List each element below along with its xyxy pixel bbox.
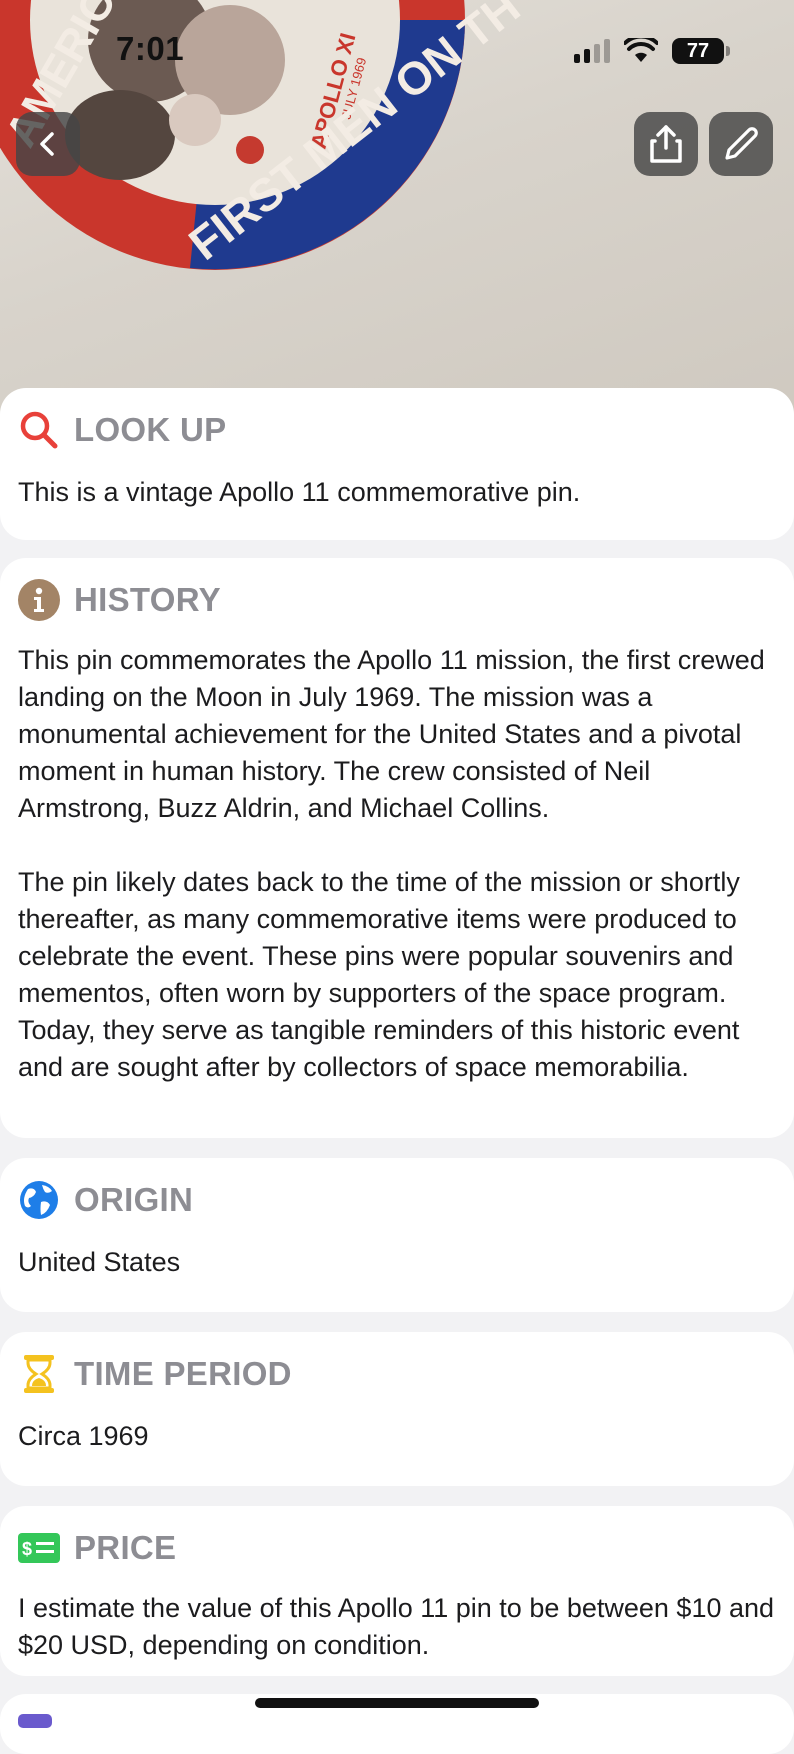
time-period-body: Circa 1969: [18, 1421, 149, 1451]
history-body: This pin commemorates the Apollo 11 miss…: [18, 642, 776, 1086]
price-title: PRICE: [74, 1529, 177, 1566]
origin-header: ORIGIN: [18, 1180, 776, 1220]
back-button[interactable]: [16, 112, 80, 176]
origin-card: ORIGIN United States: [0, 1158, 794, 1312]
price-body: I estimate the value of this Apollo 11 p…: [18, 1593, 775, 1660]
globe-icon: [18, 1179, 60, 1221]
price-header: $ PRICE: [18, 1528, 776, 1568]
history-card: HISTORY This pin commemorates the Apollo…: [0, 558, 794, 1138]
edit-button[interactable]: [709, 112, 773, 176]
cellular-signal-icon: [574, 39, 610, 63]
wifi-icon: [624, 38, 658, 62]
hero-photo: APOLLO XI JULY 1969 AMERICA S FIRST MEN …: [0, 0, 794, 420]
share-icon: [650, 125, 682, 163]
time-period-card: TIME PERIOD Circa 1969: [0, 1332, 794, 1486]
history-title: HISTORY: [74, 581, 221, 618]
lookup-card: LOOK UP This is a vintage Apollo 11 comm…: [0, 388, 794, 540]
info-icon: [18, 579, 60, 621]
partial-icon: [18, 1714, 52, 1728]
search-icon: [18, 409, 60, 451]
history-paragraph-2: The pin likely dates back to the time of…: [18, 867, 740, 1082]
pencil-icon: [725, 127, 758, 160]
battery-icon: 77: [672, 38, 730, 64]
chevron-left-icon: [40, 132, 54, 156]
lookup-body: This is a vintage Apollo 11 commemorativ…: [18, 477, 581, 507]
origin-body: United States: [18, 1247, 181, 1277]
history-header: HISTORY: [18, 579, 776, 621]
hourglass-icon: [18, 1353, 60, 1395]
price-card: $ PRICE I estimate the value of this Apo…: [0, 1506, 794, 1676]
svg-text:$: $: [22, 1539, 32, 1559]
origin-title: ORIGIN: [74, 1181, 194, 1218]
battery-level: 77: [686, 39, 710, 62]
history-paragraph-1: This pin commemorates the Apollo 11 miss…: [18, 645, 765, 823]
status-time: 7:01: [116, 30, 185, 67]
money-icon: $: [18, 1527, 60, 1569]
home-indicator[interactable]: [255, 1698, 539, 1708]
lookup-title: LOOK UP: [74, 411, 227, 448]
share-button[interactable]: [634, 112, 698, 176]
lookup-header: LOOK UP: [18, 410, 776, 450]
time-period-title: TIME PERIOD: [74, 1355, 292, 1392]
time-period-header: TIME PERIOD: [18, 1354, 776, 1394]
status-indicators: 77: [574, 38, 730, 64]
